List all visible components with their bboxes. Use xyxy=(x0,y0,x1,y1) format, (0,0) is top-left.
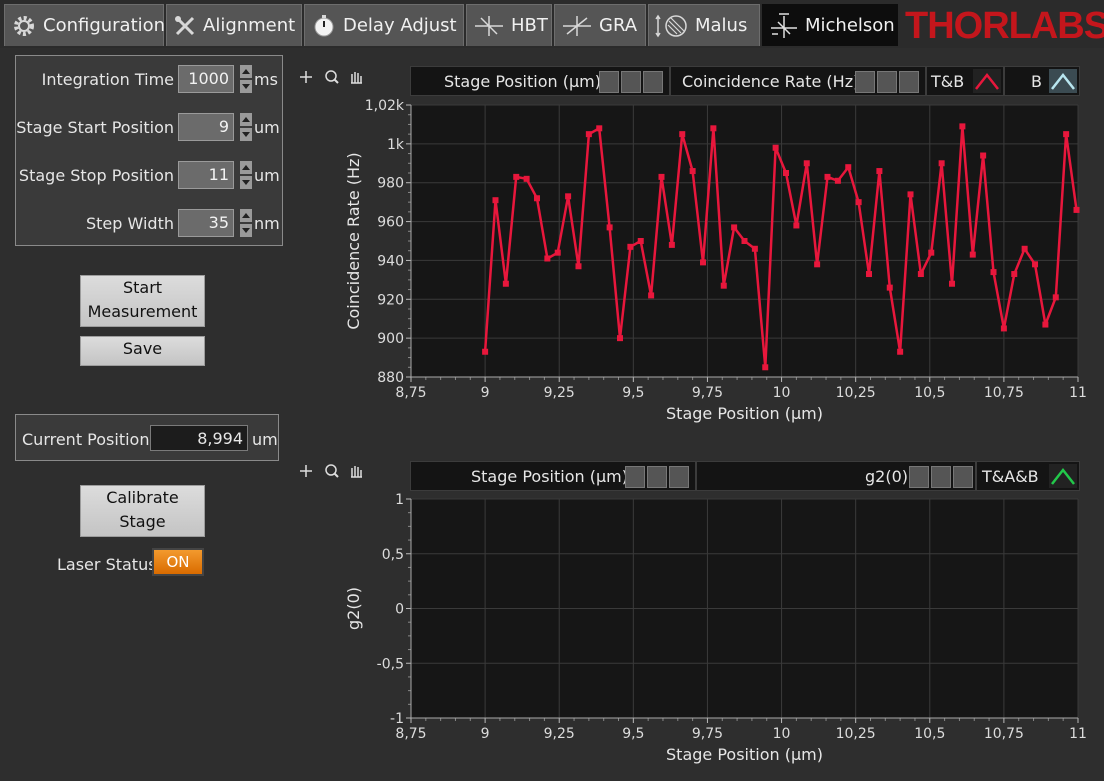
x-tick-label: 9,25 xyxy=(544,726,575,742)
x-tick-label: 8,75 xyxy=(395,726,426,742)
y-tick-label: 1 xyxy=(395,492,404,508)
x-tick-label: 9,5 xyxy=(622,726,644,742)
x-tick-label: 10 xyxy=(773,726,791,742)
x-tick-label: 11 xyxy=(1069,726,1087,742)
x-tick-label: 10,75 xyxy=(984,726,1024,742)
y-tick-label: -1 xyxy=(390,711,404,727)
g2-chart[interactable]: 8,75 9 9,25 9,5 9,75 10 10,25 10,5 10,75 11-1-0,5… xyxy=(0,0,1104,781)
x-tick-label: 9,75 xyxy=(692,726,723,742)
y-tick-label: 0 xyxy=(395,602,404,618)
x-axis-title: Stage Position (µm) xyxy=(666,745,823,764)
x-tick-label: 10,25 xyxy=(836,726,876,742)
x-tick-label: 10,5 xyxy=(914,726,945,742)
y-axis-title: g2(0) xyxy=(344,587,363,630)
x-tick-label: 9 xyxy=(481,726,490,742)
y-tick-label: -0,5 xyxy=(377,656,404,672)
y-tick-label: 0,5 xyxy=(382,547,404,563)
